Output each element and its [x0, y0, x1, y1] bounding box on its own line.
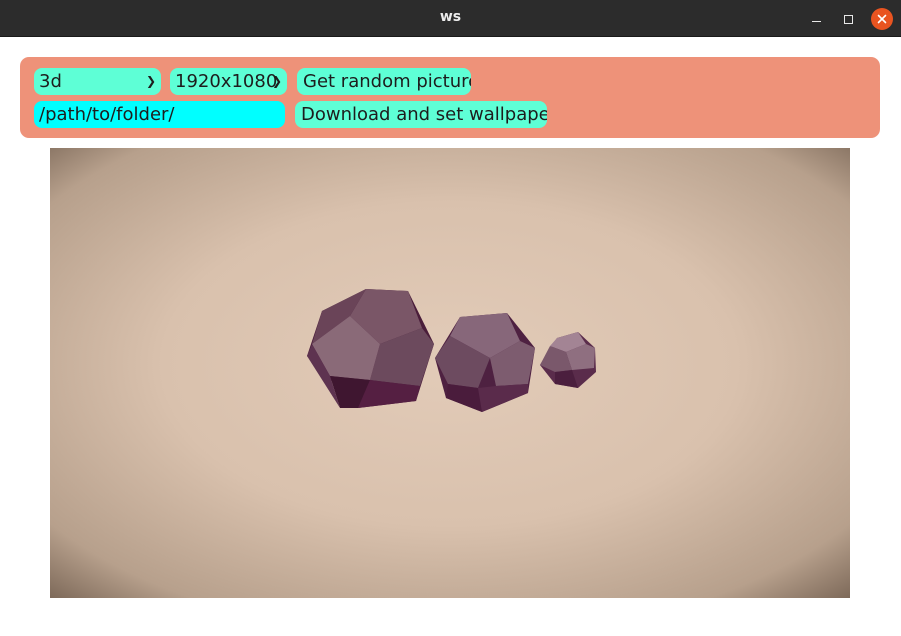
controls-panel: 3d ❯ 1920x1080 ❯ Get random picture /pat… [20, 57, 880, 138]
category-select-value: 3d [39, 71, 62, 92]
category-select[interactable]: 3d ❯ [34, 68, 161, 95]
close-button[interactable] [871, 8, 893, 30]
get-random-picture-button[interactable]: Get random picture [297, 68, 471, 95]
title-bar[interactable]: ws [0, 0, 901, 37]
minimize-button[interactable] [805, 8, 827, 30]
resolution-select[interactable]: 1920x1080 ❯ [170, 68, 287, 95]
wallpaper-preview [50, 148, 850, 598]
resolution-select-value: 1920x1080 [175, 71, 278, 92]
chevron-down-icon: ❯ [271, 74, 282, 88]
chevron-down-icon: ❯ [145, 74, 156, 88]
close-icon [877, 14, 887, 24]
app-window: ws 3d ❯ 1920x1080 ❯ Get random picture /… [0, 0, 901, 636]
window-title: ws [439, 9, 462, 25]
minimize-icon [811, 21, 821, 22]
download-and-set-wallpaper-button[interactable]: Download and set wallpaper [295, 101, 547, 128]
folder-path-input[interactable]: /path/to/folder/ [34, 101, 285, 128]
maximize-button[interactable] [837, 8, 859, 30]
maximize-icon [843, 14, 853, 24]
